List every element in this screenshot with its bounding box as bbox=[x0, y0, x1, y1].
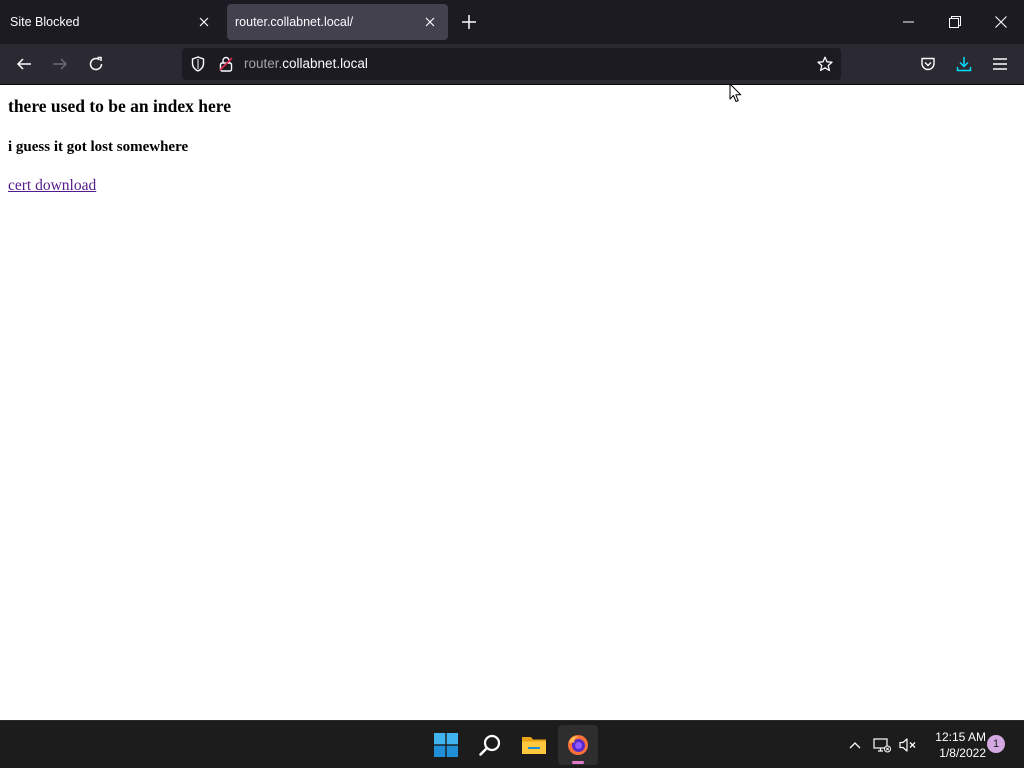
folder-icon bbox=[522, 737, 546, 754]
search-button[interactable] bbox=[470, 725, 510, 765]
tab-title: Site Blocked bbox=[10, 15, 80, 29]
volume-muted-icon bbox=[899, 738, 916, 752]
notification-badge[interactable]: 1 bbox=[987, 735, 1005, 753]
firefox-taskbar-button[interactable] bbox=[558, 725, 598, 765]
url-text[interactable]: router.collabnet.local bbox=[244, 56, 368, 71]
bookmark-star-icon[interactable] bbox=[816, 55, 834, 73]
insecure-lock-icon[interactable] bbox=[217, 55, 235, 73]
chevron-up-icon bbox=[849, 742, 861, 749]
tab-site-blocked[interactable]: Site Blocked bbox=[0, 4, 222, 40]
search-icon bbox=[479, 734, 501, 756]
cert-download-link[interactable]: cert download bbox=[8, 177, 96, 195]
tab-strip: Site Blocked router.collabnet.local/ bbox=[0, 0, 1024, 44]
url-domain: collabnet.local bbox=[282, 56, 368, 71]
app-menu-button[interactable] bbox=[986, 50, 1014, 78]
restore-button[interactable] bbox=[932, 0, 978, 44]
forward-button[interactable] bbox=[46, 50, 74, 78]
mouse-cursor-icon bbox=[729, 83, 742, 102]
page-subheading: i guess it got lost somewhere bbox=[8, 139, 189, 155]
firefox-icon bbox=[568, 735, 588, 755]
taskbar: 12:15 AM 1/8/2022 bbox=[0, 720, 1024, 768]
active-app-indicator bbox=[572, 761, 584, 764]
tracking-protection-shield-icon[interactable] bbox=[189, 55, 207, 73]
clock-date: 1/8/2022 bbox=[939, 746, 986, 760]
volume-button[interactable] bbox=[898, 735, 918, 755]
url-subdomain: router. bbox=[244, 56, 283, 71]
system-clock[interactable]: 12:15 AM 1/8/2022 bbox=[928, 729, 986, 761]
network-status-button[interactable] bbox=[872, 735, 892, 755]
clock-time: 12:15 AM bbox=[935, 730, 986, 744]
downloads-button[interactable] bbox=[950, 50, 978, 78]
page-heading: there used to be an index here bbox=[8, 96, 231, 116]
minimize-button[interactable] bbox=[886, 0, 932, 44]
tab-title: router.collabnet.local/ bbox=[235, 15, 354, 29]
page-content: there used to be an index here i guess i… bbox=[0, 86, 1024, 720]
windows-logo-icon bbox=[434, 733, 458, 757]
reload-button[interactable] bbox=[82, 50, 110, 78]
url-bar[interactable]: router.collabnet.local bbox=[182, 48, 841, 80]
back-button[interactable] bbox=[10, 50, 38, 78]
new-tab-button[interactable] bbox=[459, 12, 479, 32]
close-tab-icon[interactable] bbox=[422, 14, 438, 30]
tab-router[interactable]: router.collabnet.local/ bbox=[227, 4, 448, 40]
close-tab-icon[interactable] bbox=[196, 14, 212, 30]
windows-start-button[interactable] bbox=[426, 725, 466, 765]
file-explorer-button[interactable] bbox=[514, 725, 554, 765]
pocket-button[interactable] bbox=[914, 50, 942, 78]
network-icon bbox=[873, 738, 891, 753]
navigation-toolbar: router.collabnet.local bbox=[0, 44, 1024, 85]
show-hidden-icons-button[interactable] bbox=[845, 735, 865, 755]
close-window-button[interactable] bbox=[978, 0, 1024, 44]
